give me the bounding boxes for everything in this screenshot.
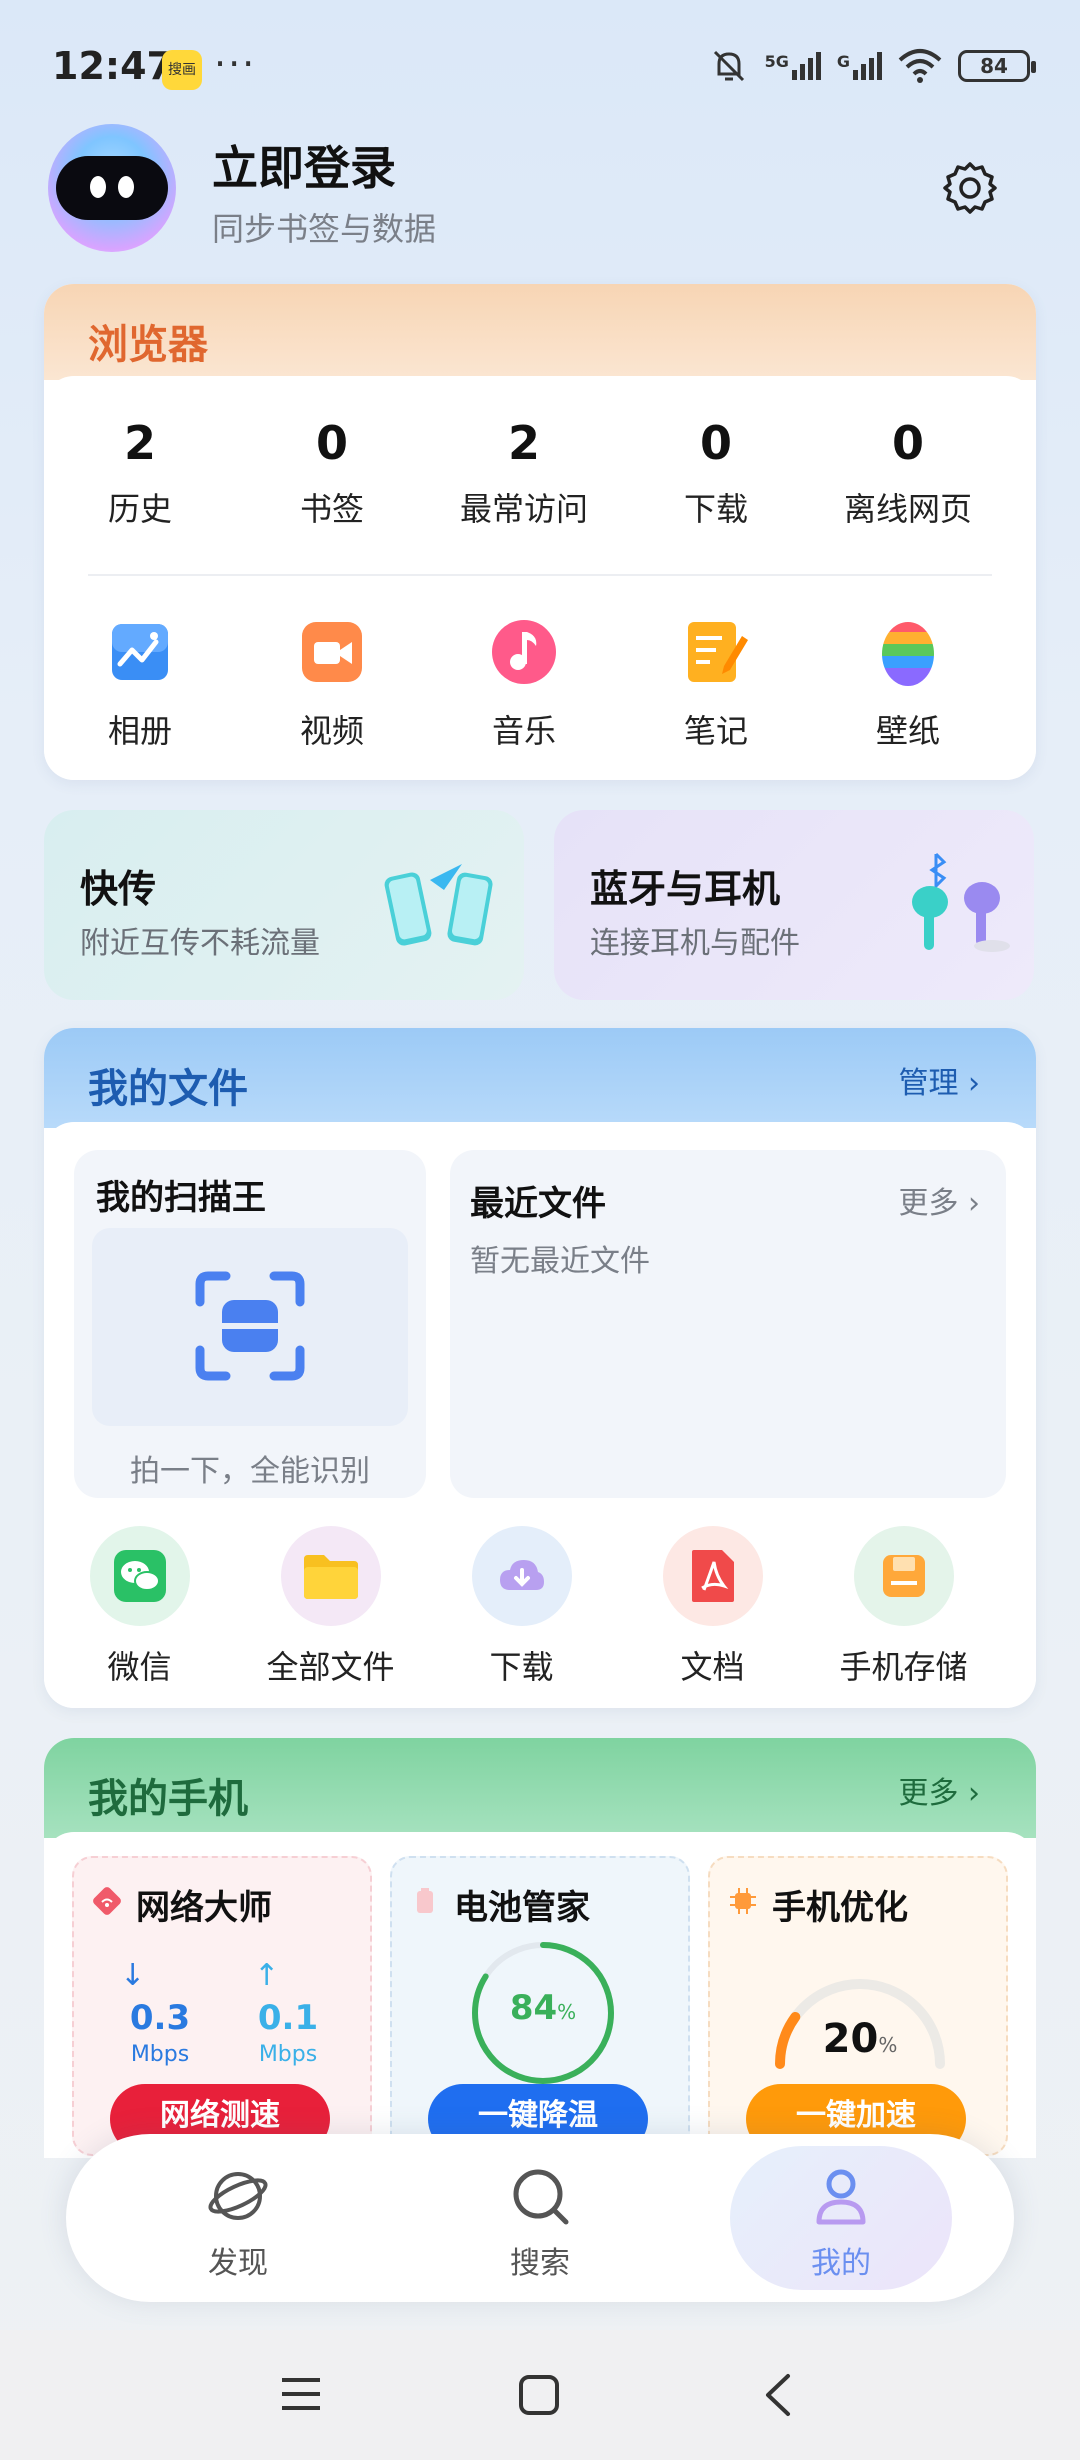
- battery-percent: 84%: [509, 1988, 577, 2028]
- browser-card: 浏览器 2 历史 0 书签 2 最常访问 0 下载 0 离线网页 相册 视频 音…: [44, 284, 1036, 780]
- video-icon: [302, 622, 362, 682]
- scanner-tile[interactable]: 我的扫描王 拍一下，全能识别: [74, 1150, 426, 1498]
- stat-offline-pages[interactable]: 0 离线网页: [812, 416, 1004, 530]
- upload-arrow-icon: ↑: [254, 1958, 280, 1993]
- recent-files-empty: 暂无最近文件: [470, 1244, 650, 1279]
- battery-icon: 84: [958, 50, 1036, 82]
- scan-frame-icon: [195, 1271, 305, 1381]
- mute-bell-icon: [713, 50, 744, 82]
- status-icons: 5G G 84: [709, 44, 1036, 88]
- signal-5g-icon: 5G: [765, 52, 821, 80]
- tool-notes[interactable]: 笔记: [620, 616, 812, 752]
- tool-wallpaper[interactable]: 壁纸: [812, 616, 1004, 752]
- phone-card: 我的手机 更多 › 网络大师 ↓ ↑ 0.3 0.1 Mbps Mbps 网络测…: [44, 1738, 1036, 2158]
- music-icon: [492, 620, 556, 684]
- person-icon: [816, 2169, 866, 2225]
- scanner-title: 我的扫描王: [96, 1178, 266, 1218]
- bottom-nav: 发现 搜索 我的: [66, 2134, 1014, 2302]
- battery-small-icon: [417, 1888, 433, 1913]
- wifi-icon: [898, 49, 942, 83]
- clock: 12:47: [52, 44, 173, 88]
- tab-me[interactable]: 我的: [761, 2164, 921, 2282]
- upload-unit: Mbps: [258, 2042, 318, 2067]
- tool-music[interactable]: 音乐: [428, 616, 620, 752]
- recent-files-title: 最近文件: [470, 1184, 606, 1224]
- optimize-percent: 20%: [822, 2016, 898, 2062]
- pdf-icon: [691, 1550, 734, 1602]
- wallpaper-icon: [882, 622, 934, 686]
- planet-icon: [208, 2172, 268, 2220]
- folder-icon: [303, 1555, 358, 1599]
- settings-gear-icon[interactable]: [940, 158, 1000, 218]
- phone-card-title: 我的手机: [88, 1776, 248, 1822]
- login-title[interactable]: 立即登录: [212, 132, 396, 198]
- shortcut-wechat[interactable]: 微信: [44, 1526, 235, 1688]
- files-manage-link[interactable]: 管理 ›: [898, 1058, 980, 1102]
- files-card: 我的文件 管理 › 我的扫描王 拍一下，全能识别 最近文件 更多 › 暂无最近文…: [44, 1028, 1036, 1708]
- tool-video[interactable]: 视频: [236, 616, 428, 752]
- back-icon[interactable]: [760, 2372, 794, 2418]
- earbuds-icon: [912, 852, 1010, 952]
- battery-manager-tile[interactable]: 电池管家 84% 一键降温: [390, 1856, 690, 2156]
- more-notifications-icon: ···: [214, 42, 257, 86]
- storage-icon: [882, 1555, 925, 1597]
- stat-bookmarks[interactable]: 0 书签: [236, 416, 428, 530]
- phone-optimize-title: 手机优化: [772, 1888, 908, 1928]
- phone-optimize-tile[interactable]: 手机优化 20% 一键加速: [708, 1856, 1008, 2156]
- download-arrow-icon: ↓: [120, 1958, 146, 1993]
- network-icon: [93, 1887, 121, 1915]
- bluetooth-card[interactable]: 蓝牙与耳机 连接耳机与配件: [554, 810, 1034, 1000]
- browser-card-title: 浏览器: [44, 284, 1036, 380]
- phone-more-link[interactable]: 更多 ›: [898, 1768, 980, 1812]
- recent-files-more-link[interactable]: 更多 ›: [898, 1178, 980, 1222]
- file-shortcuts: 微信 全部文件 下载 文档 手机存储: [44, 1526, 1036, 1688]
- app-notification-icon: 搜画: [162, 50, 202, 90]
- stat-downloads[interactable]: 0 下载: [620, 416, 812, 530]
- scanner-subtitle: 拍一下，全能识别: [130, 1454, 370, 1489]
- quick-transfer-card[interactable]: 快传 附近互传不耗流量: [44, 810, 524, 1000]
- download-cloud-icon: [499, 1560, 544, 1590]
- notes-icon: [688, 622, 748, 682]
- album-icon: [112, 624, 168, 680]
- menu-icon[interactable]: [280, 2374, 322, 2414]
- stat-history[interactable]: 2 历史: [44, 416, 236, 530]
- bluetooth-title: 蓝牙与耳机: [590, 867, 781, 911]
- upload-speed: 0.1: [257, 1998, 319, 2038]
- system-nav-bar: [0, 2330, 1080, 2460]
- chip-icon: [730, 1888, 756, 1914]
- tab-search[interactable]: 搜索: [460, 2164, 620, 2282]
- recent-files-tile[interactable]: 最近文件 更多 › 暂无最近文件: [450, 1150, 1006, 1498]
- divider: [88, 574, 992, 576]
- wechat-icon: [113, 1550, 166, 1602]
- download-unit: Mbps: [130, 2042, 190, 2067]
- status-bar: 12:47 搜画 ··· 5G G 84: [0, 0, 1080, 136]
- shortcut-all-files[interactable]: 全部文件: [235, 1526, 426, 1688]
- shortcut-phone-storage[interactable]: 手机存储: [808, 1526, 999, 1688]
- files-card-title: 我的文件: [88, 1066, 248, 1112]
- browser-stats: 2 历史 0 书签 2 最常访问 0 下载 0 离线网页: [44, 416, 1036, 530]
- network-master-title: 网络大师: [136, 1888, 272, 1928]
- stat-most-visited[interactable]: 2 最常访问: [428, 416, 620, 530]
- tool-album[interactable]: 相册: [44, 616, 236, 752]
- network-master-tile[interactable]: 网络大师 ↓ ↑ 0.3 0.1 Mbps Mbps 网络测速: [72, 1856, 372, 2156]
- signal-g-icon: G: [837, 52, 882, 80]
- avatar[interactable]: [48, 124, 176, 252]
- tab-discover[interactable]: 发现: [158, 2164, 318, 2282]
- search-icon: [513, 2169, 569, 2225]
- quick-transfer-title: 快传: [80, 867, 157, 911]
- browser-tools: 相册 视频 音乐 笔记 壁纸: [44, 616, 1036, 752]
- download-speed: 0.3: [129, 1998, 191, 2038]
- home-icon[interactable]: [518, 2374, 560, 2416]
- bluetooth-subtitle: 连接耳机与配件: [590, 926, 800, 961]
- shortcut-downloads[interactable]: 下载: [426, 1526, 617, 1688]
- phones-transfer-icon: [384, 864, 493, 946]
- shortcut-documents[interactable]: 文档: [617, 1526, 808, 1688]
- battery-manager-title: 电池管家: [454, 1888, 590, 1928]
- login-subtitle: 同步书签与数据: [212, 210, 437, 248]
- quick-transfer-subtitle: 附近互传不耗流量: [80, 926, 320, 961]
- robot-face-icon: [56, 156, 168, 220]
